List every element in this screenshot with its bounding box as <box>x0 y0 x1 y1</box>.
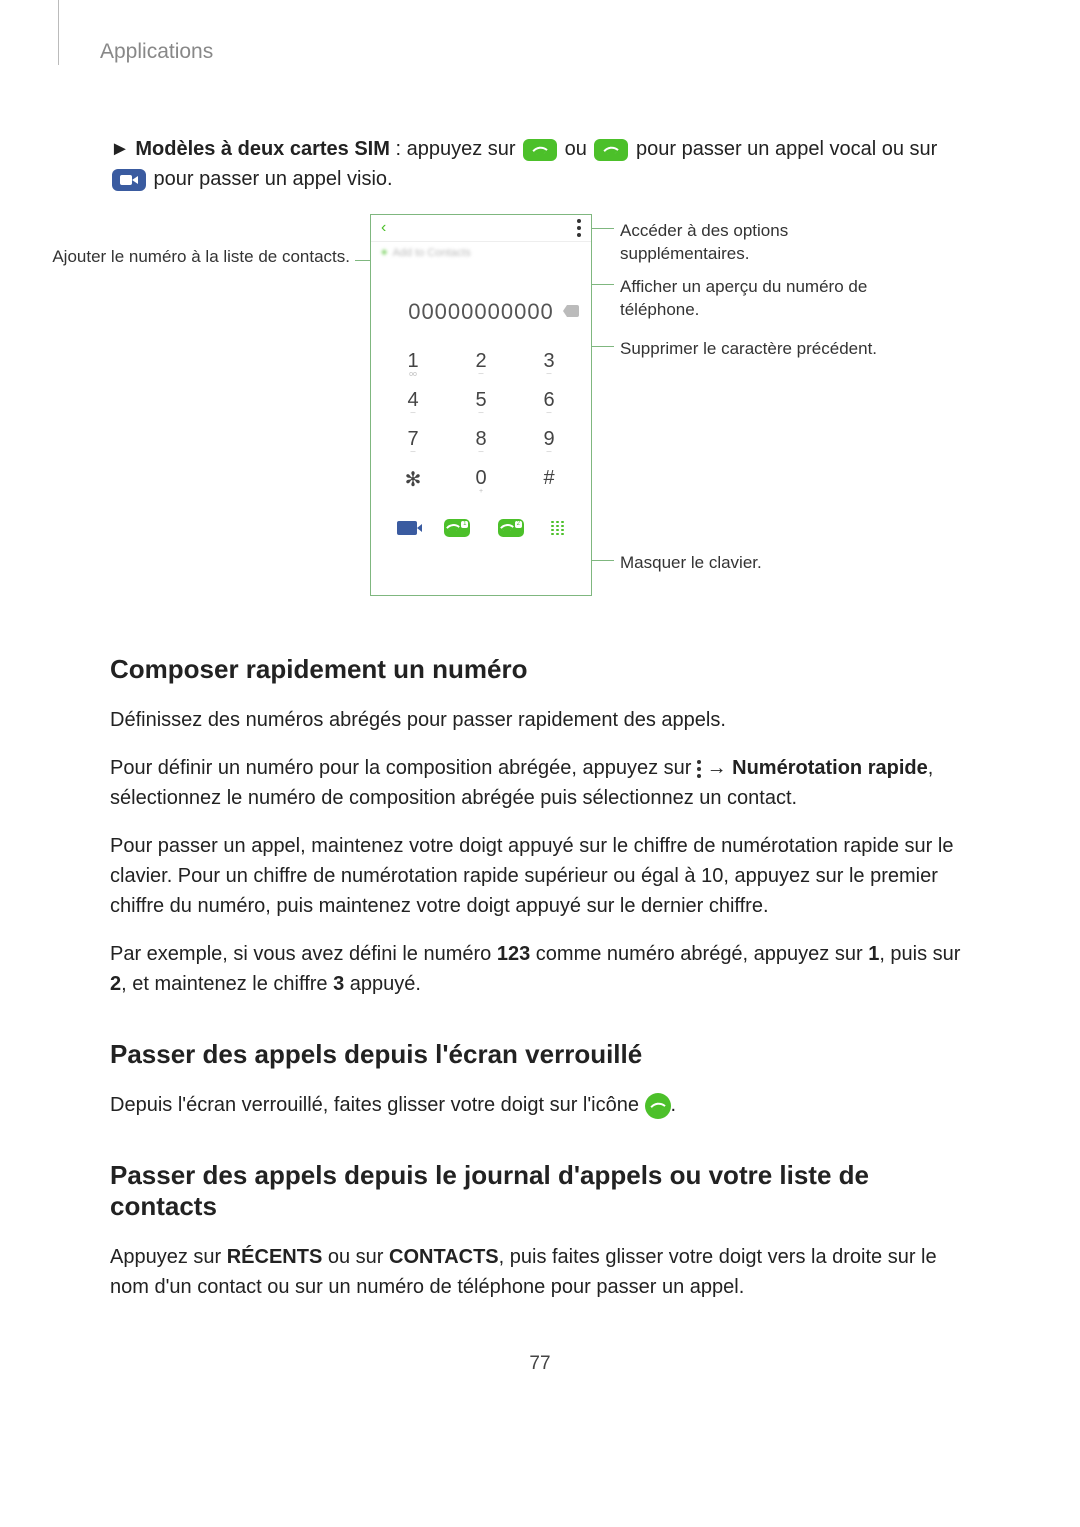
call-sim1-button-icon[interactable]: 1 <box>444 519 470 537</box>
header-section-title: Applications <box>100 40 970 64</box>
key-star[interactable]: ✻ <box>393 467 433 494</box>
key-0[interactable]: 0+ <box>461 467 501 494</box>
key-6[interactable]: 6─ <box>529 389 569 416</box>
intro-t1: : appuyez sur <box>390 138 521 160</box>
callout-options: Accéder à des options supplémentaires. <box>620 220 900 266</box>
key-2[interactable]: 2─ <box>461 350 501 377</box>
callout-add-contact: Ajouter le numéro à la liste de contacts… <box>50 246 350 269</box>
s3-p1: Appuyez sur RÉCENTS ou sur CONTACTS, pui… <box>110 1242 970 1302</box>
hide-keypad-icon[interactable] <box>551 521 565 535</box>
s1-p3: Pour passer un appel, maintenez votre do… <box>110 831 970 921</box>
phone-topbar: ‹ <box>371 215 591 242</box>
keypad: 1ᴏᴏ 2─ 3─ 4─ 5─ 6─ 7─ 8─ 9─ ✻ 0+ # <box>371 335 591 511</box>
video-call-button-icon[interactable] <box>397 521 417 535</box>
back-icon[interactable]: ‹ <box>381 219 386 237</box>
plus-icon: + <box>381 247 387 259</box>
dialer-actions: 1 2 <box>371 511 591 537</box>
key-4[interactable]: 4─ <box>393 389 433 416</box>
s1-p1: Définissez des numéros abrégés pour pass… <box>110 705 970 735</box>
s1-p2: Pour définir un numéro pour la compositi… <box>110 753 970 813</box>
video-call-icon <box>112 169 146 191</box>
callout-backspace: Supprimer le caractère précédent. <box>620 338 910 361</box>
dialer-figure: Ajouter le numéro à la liste de contacts… <box>130 214 890 614</box>
add-to-contacts-row[interactable]: + Add to Contacts <box>371 242 591 269</box>
header-divider <box>58 0 59 65</box>
s1-p4: Par exemple, si vous avez défini le numé… <box>110 939 970 999</box>
callout-preview: Afficher un aperçu du numéro de téléphon… <box>620 276 900 322</box>
intro-paragraph: ► Modèles à deux cartes SIM : appuyez su… <box>110 134 970 194</box>
key-3[interactable]: 3─ <box>529 350 569 377</box>
more-options-icon[interactable] <box>577 219 581 237</box>
call-sim2-button-icon[interactable]: 2 <box>498 519 524 537</box>
callout-hide-kbd: Masquer le clavier. <box>620 552 900 575</box>
phone-number-display: 00000000000 <box>371 269 591 335</box>
call-sim2-icon <box>594 139 628 161</box>
phone-mock: ‹ + Add to Contacts 00000000000 1ᴏᴏ 2─ 3… <box>370 214 592 596</box>
key-7[interactable]: 7─ <box>393 428 433 455</box>
key-8[interactable]: 8─ <box>461 428 501 455</box>
intro-t2: ou <box>559 138 592 160</box>
intro-bold: Modèles à deux cartes SIM <box>135 138 390 160</box>
intro-t3: pour passer un appel vocal ou sur <box>630 138 937 160</box>
key-hash[interactable]: # <box>529 467 569 494</box>
dialed-number: 00000000000 <box>408 299 554 324</box>
heading-lock-screen: Passer des appels depuis l'écran verroui… <box>110 1039 970 1070</box>
s2-p1: Depuis l'écran verrouillé, faites glisse… <box>110 1090 970 1120</box>
backspace-icon[interactable] <box>563 305 579 317</box>
add-to-contacts-label: Add to Contacts <box>392 247 470 259</box>
key-9[interactable]: 9─ <box>529 428 569 455</box>
heading-speed-dial: Composer rapidement un numéro <box>110 654 970 685</box>
more-options-icon <box>697 760 701 778</box>
key-1[interactable]: 1ᴏᴏ <box>393 350 433 377</box>
page-number: 77 <box>0 1353 1080 1375</box>
heading-call-log: Passer des appels depuis le journal d'ap… <box>110 1160 970 1222</box>
phone-icon <box>645 1093 671 1119</box>
intro-prefix: ► <box>110 138 135 160</box>
intro-t4: pour passer un appel visio. <box>148 168 393 190</box>
call-sim1-icon <box>523 139 557 161</box>
key-5[interactable]: 5─ <box>461 389 501 416</box>
